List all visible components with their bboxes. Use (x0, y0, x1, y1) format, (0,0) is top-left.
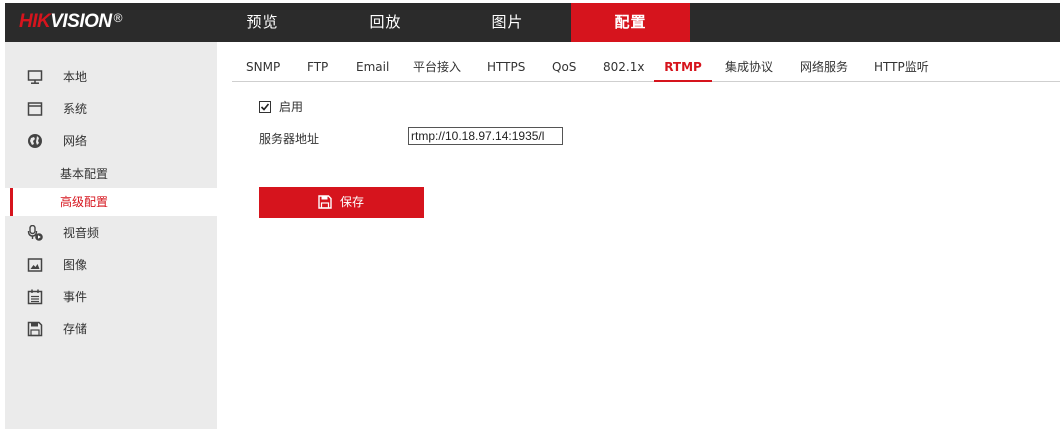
sidebar-item-label: 本地 (63, 70, 88, 84)
tab-email[interactable]: Email (356, 56, 389, 81)
tab-qos[interactable]: QoS (552, 56, 576, 81)
sidebar-subitem-basic-config[interactable]: 基本配置 (5, 160, 217, 188)
checkmark-icon (260, 103, 270, 111)
active-indicator (10, 188, 13, 216)
sidebar-item-storage[interactable]: 存储 (5, 314, 217, 344)
tab-integration-protocol[interactable]: 集成协议 (725, 56, 773, 81)
sidebar-item-image[interactable]: 图像 (5, 250, 217, 280)
sidebar-item-label: 系统 (63, 102, 88, 116)
enable-checkbox[interactable] (259, 101, 271, 113)
nav-preview[interactable]: 预览 (225, 3, 300, 42)
tab-platform-access[interactable]: 平台接入 (413, 56, 461, 81)
server-address-label: 服务器地址 (259, 132, 320, 146)
nav-configuration[interactable]: 配置 (571, 3, 690, 42)
sidebar: 本地 系统 网络 基本配置 高级配置 视音频 图像 事件 存储 (5, 42, 217, 429)
tab-http-listening[interactable]: HTTP监听 (874, 56, 929, 81)
hikvision-logo: HIKVISION ® (19, 11, 123, 32)
tab-network-service[interactable]: 网络服务 (800, 56, 848, 81)
tab-https[interactable]: HTTPS (487, 56, 525, 81)
calendar-icon (27, 289, 43, 305)
tab-snmp[interactable]: SNMP (246, 56, 280, 81)
monitor-icon (27, 70, 43, 84)
save-icon (318, 195, 332, 209)
tab-rtmp[interactable]: RTMP (654, 56, 712, 82)
tab-ftp[interactable]: FTP (307, 56, 328, 81)
nav-playback[interactable]: 回放 (348, 3, 423, 42)
window-icon (27, 102, 43, 116)
server-address-input[interactable] (408, 127, 563, 145)
tab-8021x[interactable]: 802.1x (603, 56, 644, 81)
sidebar-item-network[interactable]: 网络 (5, 126, 217, 156)
sidebar-item-video-audio[interactable]: 视音频 (5, 218, 217, 248)
sidebar-item-local[interactable]: 本地 (5, 62, 217, 92)
sidebar-item-label: 图像 (63, 258, 88, 272)
sidebar-subitem-label: 基本配置 (60, 167, 109, 181)
sidebar-item-label: 网络 (63, 134, 88, 148)
microphone-camera-icon (27, 225, 43, 241)
enable-label: 启用 (279, 100, 304, 114)
sidebar-item-system[interactable]: 系统 (5, 94, 217, 124)
image-icon (27, 258, 43, 272)
top-navbar: HIKVISION ® 预览 回放 图片 配置 (5, 3, 1060, 42)
sidebar-item-label: 事件 (63, 290, 88, 304)
sidebar-item-label: 存储 (63, 322, 88, 336)
nav-picture[interactable]: 图片 (470, 3, 545, 42)
floppy-disk-icon (27, 321, 43, 337)
save-button[interactable]: 保存 (259, 187, 424, 218)
config-tabs: SNMP FTP Email 平台接入 HTTPS QoS 802.1x RTM… (232, 56, 1060, 82)
sidebar-item-event[interactable]: 事件 (5, 282, 217, 312)
sidebar-subitem-label: 高级配置 (60, 195, 109, 209)
save-button-label: 保存 (340, 195, 365, 209)
globe-icon (28, 134, 42, 148)
sidebar-item-label: 视音频 (63, 226, 100, 240)
sidebar-subitem-advanced-config[interactable]: 高级配置 (5, 188, 217, 216)
